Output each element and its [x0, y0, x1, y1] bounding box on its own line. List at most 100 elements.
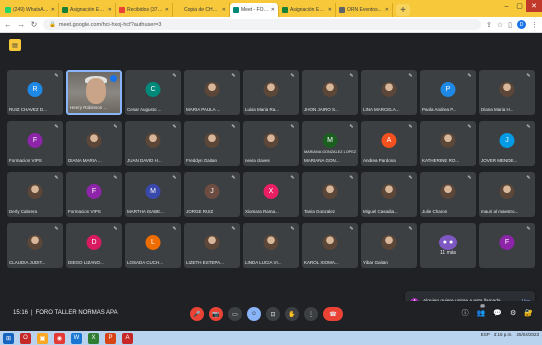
participant-tile[interactable]: ✎ mauri al maestro...	[479, 172, 535, 217]
people-icon[interactable]: 👥 45	[477, 304, 486, 317]
browser-tab[interactable]: Copia de CHECKLI...✕	[173, 3, 230, 17]
sidebar-icon[interactable]: ▯	[508, 21, 512, 29]
participant-tile[interactable]: ● ● 11 más	[420, 223, 476, 268]
participant-tile[interactable]: ✎ Tania Gonzalez	[302, 172, 358, 217]
back-button[interactable]: ←	[4, 20, 12, 29]
emoji-reaction-icon[interactable]: ☺	[247, 307, 261, 321]
participant-tile[interactable]: ✎ nevia claves	[243, 121, 299, 166]
chat-icon[interactable]: 💬	[493, 309, 502, 317]
tab-favicon-icon	[119, 7, 125, 13]
excel-icon[interactable]: X	[88, 332, 99, 344]
participant-tile[interactable]: ✎ Luisa Maria Ra...	[243, 70, 299, 115]
participant-name: mauri al maestro...	[481, 209, 519, 214]
raise-hand-icon[interactable]: ✋	[285, 307, 299, 321]
acrobat-icon[interactable]: A	[122, 332, 133, 344]
participant-tile[interactable]: ✎ CLAUDIA JUDIT...	[7, 223, 63, 268]
participant-tile[interactable]: ✎ Freddyn Gaitan	[184, 121, 240, 166]
meet-area: ▤ R ✎ RUIZ CHAVEZ D... Henry Robinson ... C ✎…	[0, 34, 542, 331]
activities-icon[interactable]: ⚙	[510, 309, 516, 317]
participant-tile[interactable]: ✎ Miguel Casadia...	[361, 172, 417, 217]
participant-avatar: C	[145, 82, 161, 97]
lock-host-icon[interactable]: 🔐	[524, 309, 533, 317]
participant-tile[interactable]: ✎ Diana Maria H...	[479, 70, 535, 115]
browser-tab[interactable]: Meet - FORO T...✕	[230, 3, 279, 17]
maximize-button[interactable]: ▢	[513, 0, 526, 12]
camera-off-icon[interactable]: 📷	[209, 307, 223, 321]
share-icon[interactable]: ⇪	[486, 21, 492, 29]
participant-tile[interactable]: F ✎ Formacion VIPS	[66, 172, 122, 217]
info-icon[interactable]: ⓘ	[462, 308, 469, 318]
participant-photo	[86, 133, 102, 148]
captions-icon[interactable]: ▭	[228, 307, 242, 321]
participant-tile[interactable]: ✎ JHON JAIRO S...	[302, 70, 358, 115]
close-tab-icon[interactable]: ✕	[271, 7, 275, 13]
powerpoint-icon[interactable]: P	[105, 332, 116, 344]
chrome-icon[interactable]: ◉	[54, 332, 65, 344]
participant-tile[interactable]: ✎ LINA MARCELA...	[361, 70, 417, 115]
participant-tile[interactable]: ✎ MARIA PAULA ...	[184, 70, 240, 115]
present-screen-icon[interactable]: ⊡	[266, 307, 280, 321]
participant-tile[interactable]: J ✎ JOVER MENDE...	[479, 121, 535, 166]
close-tab-icon[interactable]: ✕	[222, 7, 226, 13]
close-tab-icon[interactable]: ✕	[328, 7, 332, 13]
word-icon[interactable]: W	[71, 332, 82, 344]
participant-tile[interactable]: M ✎ MARTHA ISABE...	[125, 172, 181, 217]
participant-name: DIANA MARIA ...	[68, 158, 102, 163]
browser-tab[interactable]: (249) WhatsApp ✕	[2, 3, 59, 17]
close-window-button[interactable]: ✕	[526, 0, 542, 12]
participant-tile[interactable]: F ✎ Formacion VIPS	[7, 121, 63, 166]
browser-tab[interactable]: Asignación Exp... ✕	[59, 3, 116, 17]
participant-photo	[27, 235, 43, 250]
close-tab-icon[interactable]: ✕	[51, 7, 55, 13]
participant-tile[interactable]: L ✎ LOSADA CUCH...	[125, 223, 181, 268]
file-explorer-icon[interactable]: ▣	[37, 332, 48, 344]
participant-tile[interactable]: F ✎	[479, 223, 535, 268]
participant-tile[interactable]: Henry Robinson ...	[66, 70, 122, 115]
browser-tab[interactable]: Asignación Exp... ✕	[279, 3, 336, 17]
participant-tile[interactable]: A ✎ Andrea Pardona	[361, 121, 417, 166]
participant-tile[interactable]: ✎ DIANA MARIA ...	[66, 121, 122, 166]
close-tab-icon[interactable]: ✕	[165, 7, 169, 13]
participant-tile[interactable]: ✎ Julie Charon	[420, 172, 476, 217]
participant-grid: R ✎ RUIZ CHAVEZ D... Henry Robinson ... C ✎ Ce…	[7, 70, 535, 268]
bookmark-star-icon[interactable]: ☆	[497, 21, 503, 29]
tab-favicon-icon	[233, 7, 239, 13]
participant-tile[interactable]: R ✎ RUIZ CHAVEZ D...	[7, 70, 63, 115]
participant-tile[interactable]: ✎ KATHERINE RO...	[420, 121, 476, 166]
tab-favicon-icon	[282, 7, 288, 13]
participant-tile[interactable]: M ✎ MARIANA GONZÁLEZ LOPEZ MARIANA GON...	[302, 121, 358, 166]
mic-muted-icon: ✎	[231, 225, 236, 232]
participant-tile[interactable]: D ✎ DIEGO LIZANO...	[66, 223, 122, 268]
browser-menu-icon[interactable]: ⋮	[531, 21, 538, 29]
forward-button[interactable]: →	[17, 20, 25, 29]
close-tab-icon[interactable]: ✕	[108, 7, 112, 13]
profile-avatar[interactable]: D	[517, 20, 526, 29]
participant-tile[interactable]: ✎ Yibar Gaitan	[361, 223, 417, 268]
browser-tab[interactable]: Recibidos (3745)...✕	[116, 3, 173, 17]
participant-name: JUAN DAVID H...	[127, 158, 162, 163]
participant-tile[interactable]: P ✎ Paola Andrea P...	[420, 70, 476, 115]
start-icon[interactable]: ⊞	[3, 332, 14, 344]
opera-icon[interactable]: O	[20, 332, 31, 344]
participant-tile[interactable]: ✎ LIZETH ESTEPA...	[184, 223, 240, 268]
participant-tile[interactable]: J ✎ JORGE RUIZ	[184, 172, 240, 217]
minimize-button[interactable]: –	[500, 0, 513, 12]
mic-muted-icon: ✎	[231, 123, 236, 130]
more-options-icon[interactable]: ⋮	[304, 307, 318, 321]
close-tab-icon[interactable]: ✕	[385, 7, 389, 13]
participant-tile[interactable]: X ✎ Xiomara Rama...	[243, 172, 299, 217]
meeting-info-icon[interactable]: ▤	[9, 39, 21, 51]
new-tab-button[interactable]: +	[396, 4, 410, 16]
url-field[interactable]: 🔒 meet.google.com/hci-hxoj-hcf?authuser=…	[43, 19, 481, 30]
browser-tab[interactable]: ORN Eventos... ✕	[336, 3, 393, 17]
participant-tile[interactable]: ✎ LINDA LUCIA VI...	[243, 223, 299, 268]
participant-tile[interactable]: ✎ KAROL XIOMA...	[302, 223, 358, 268]
mic-off-icon[interactable]: 🎤	[190, 307, 204, 321]
participant-tile[interactable]: C ✎ Cesar Augusto ...	[125, 70, 181, 115]
end-call-button[interactable]: ☎	[323, 307, 343, 321]
mic-muted-icon: ✎	[54, 72, 59, 79]
participant-tile[interactable]: ✎ JUAN DAVID H...	[125, 121, 181, 166]
participant-tile[interactable]: ✎ Derly Cabrera	[7, 172, 63, 217]
participant-photo	[440, 133, 456, 148]
reload-button[interactable]: ↻	[30, 20, 38, 29]
